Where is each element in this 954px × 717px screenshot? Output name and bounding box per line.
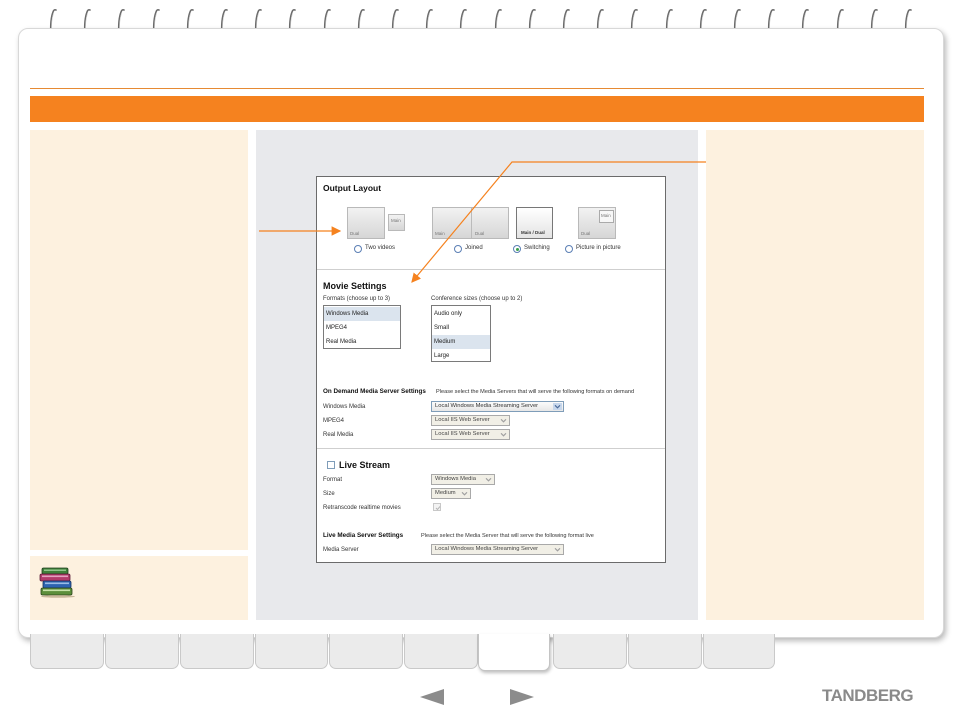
select-value: Local IIS Web Server [435, 431, 490, 437]
live-media-description: Please select the Media Server that will… [421, 533, 594, 539]
tab-1[interactable] [30, 634, 104, 669]
chevron-down-icon [553, 403, 562, 410]
live-format-label: Format [323, 477, 343, 483]
switching-label: Switching [524, 245, 550, 251]
format-option[interactable]: MPEG4 [324, 321, 400, 335]
two-videos-label: Two videos [365, 245, 396, 251]
joined-label: Joined [465, 245, 483, 251]
chevron-down-icon [554, 547, 561, 552]
on-demand-windows-media-label: Windows Media [323, 404, 366, 410]
thumb-label: Dual [475, 231, 485, 236]
live-size-select[interactable]: Medium [431, 488, 471, 499]
left-info-panel [30, 130, 248, 550]
retranscode-checkbox[interactable] [433, 503, 441, 511]
books-icon [39, 567, 75, 598]
thumb-label: Main [391, 218, 401, 223]
on-demand-real-media-label: Real Media [323, 432, 354, 438]
check-icon [435, 505, 440, 510]
size-option[interactable]: Large [432, 349, 490, 363]
two-videos-thumbnail-small[interactable]: Main [388, 214, 405, 231]
on-demand-description: Please select the Media Servers that wil… [436, 389, 635, 395]
media-server-label: Media Server [323, 547, 359, 553]
pip-radio[interactable] [565, 245, 573, 253]
pip-thumbnail[interactable]: Main Dual [578, 207, 616, 239]
joined-radio[interactable] [454, 245, 462, 253]
thumb-label: Dual [350, 231, 360, 236]
live-size-label: Size [323, 491, 335, 497]
thumb-label: Main / Dual [521, 230, 545, 235]
on-demand-windows-media-select[interactable]: Local Windows Media Streaming Server [431, 401, 564, 412]
select-value: Medium [435, 490, 456, 496]
sizes-listbox[interactable]: Audio only Small Medium Large [431, 305, 491, 362]
retranscode-label: Retranscode realtime movies [323, 505, 401, 511]
formats-label: Formats (choose up to 3) [323, 296, 391, 302]
tab-5[interactable] [329, 634, 403, 669]
thumb-label: Main [435, 231, 445, 236]
chevron-down-icon [461, 491, 468, 496]
format-option[interactable]: Windows Media [324, 307, 400, 321]
select-value: Local IIS Web Server [435, 417, 490, 423]
thumb-label: Main [601, 213, 611, 218]
settings-screenshot: Output Layout Dual Main Two videos Main … [316, 176, 666, 563]
switching-thumbnail[interactable]: Main / Dual [516, 207, 553, 239]
size-option[interactable]: Small [432, 321, 490, 335]
live-media-title: Live Media Server Settings [323, 532, 404, 539]
select-value: Local Windows Media Streaming Server [435, 403, 539, 409]
output-layout-title: Output Layout [323, 183, 382, 193]
chevron-down-icon [500, 418, 507, 423]
switching-radio[interactable] [513, 245, 521, 253]
previous-page-arrow-icon[interactable] [419, 688, 445, 706]
tab-9[interactable] [628, 634, 702, 669]
select-value: Windows Media [435, 476, 476, 482]
on-demand-mpeg4-select[interactable]: Local IIS Web Server [431, 415, 510, 426]
brand-logo: TANDBERG [822, 686, 914, 705]
tab-6[interactable] [404, 634, 478, 669]
tab-8[interactable] [553, 634, 627, 669]
chevron-down-icon [485, 477, 492, 482]
pip-label: Picture in picture [576, 245, 621, 251]
next-page-arrow-icon[interactable] [509, 688, 535, 706]
media-server-select[interactable]: Local Windows Media Streaming Server [431, 544, 564, 555]
tab-2[interactable] [105, 634, 179, 669]
on-demand-mpeg4-label: MPEG4 [323, 418, 345, 424]
movie-settings-title: Movie Settings [323, 281, 387, 291]
chevron-down-icon [500, 432, 507, 437]
title-bar [30, 96, 924, 122]
section-divider [317, 448, 665, 449]
format-option[interactable]: Real Media [324, 335, 400, 349]
two-videos-radio[interactable] [354, 245, 362, 253]
tab-3[interactable] [180, 634, 254, 669]
formats-listbox[interactable]: Windows Media MPEG4 Real Media [323, 305, 401, 349]
sizes-label: Conference sizes (choose up to 2) [431, 296, 523, 302]
live-stream-title: Live Stream [339, 460, 391, 470]
on-demand-real-media-select[interactable]: Local IIS Web Server [431, 429, 510, 440]
tab-4[interactable] [255, 634, 328, 669]
live-format-select[interactable]: Windows Media [431, 474, 495, 485]
on-demand-title: On Demand Media Server Settings [323, 388, 426, 395]
size-option[interactable]: Medium [432, 335, 490, 349]
live-stream-checkbox[interactable] [327, 461, 335, 469]
header-divider [30, 88, 924, 89]
reference-panel [30, 556, 248, 620]
tab-7-active[interactable] [478, 634, 550, 671]
right-info-panel [706, 130, 924, 620]
select-value: Local Windows Media Streaming Server [435, 546, 539, 552]
joined-thumbnail[interactable]: Main Dual [432, 207, 509, 239]
thumb-label: Dual [581, 231, 591, 236]
size-option[interactable]: Audio only [432, 307, 490, 321]
section-divider [317, 269, 665, 270]
tab-10[interactable] [703, 634, 775, 669]
two-videos-thumbnail[interactable]: Dual [347, 207, 385, 239]
